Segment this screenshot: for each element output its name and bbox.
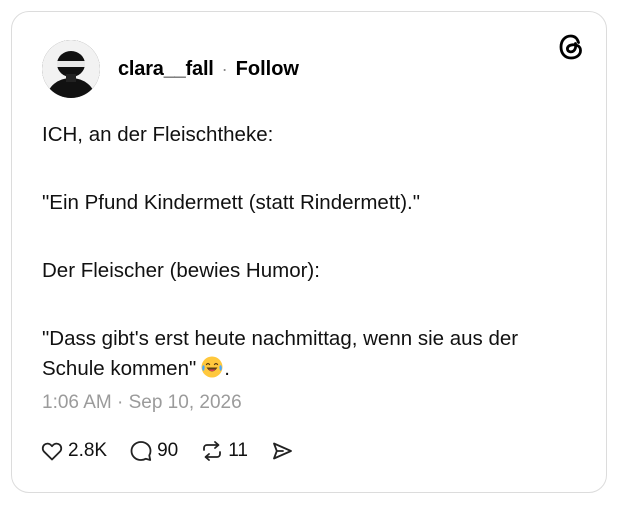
separator-dot: · <box>221 58 228 79</box>
like-button[interactable]: 2.8K <box>40 439 107 463</box>
post-line-4-text: "Dass gibt's erst heute nachmittag, wenn… <box>42 327 519 380</box>
post-line-1: ICH, an der Fleischtheke: <box>42 123 274 146</box>
post-card: clara__fall · Follow ICH, an der Fleisch… <box>11 11 607 493</box>
post-line-3: Der Fleischer (bewies Humor): <box>42 259 320 282</box>
repost-icon <box>203 441 222 461</box>
laughing-tears-emoji-icon <box>200 355 224 379</box>
like-count: 2.8K <box>68 440 108 461</box>
repost-button[interactable]: 11 <box>200 439 248 463</box>
username[interactable]: clara__fall <box>118 58 214 81</box>
follow-button[interactable]: Follow <box>236 58 299 81</box>
heart-icon <box>41 442 63 461</box>
action-bar: 2.8K 90 11 <box>40 439 316 463</box>
reply-button[interactable]: 90 <box>129 439 178 463</box>
speech-bubble-icon <box>130 441 152 461</box>
post-header: clara__fall · Follow <box>42 40 299 98</box>
send-icon <box>273 442 292 460</box>
avatar[interactable] <box>42 40 100 98</box>
post-body: ICH, an der Fleischtheke: "Ein Pfund Kin… <box>42 120 582 384</box>
share-button[interactable] <box>270 439 294 463</box>
post-line-4-suffix: . <box>224 357 230 380</box>
avatar-image <box>42 40 100 98</box>
threads-logo-icon[interactable] <box>556 32 586 62</box>
post-line-4: "Dass gibt's erst heute nachmittag, wenn… <box>42 324 582 384</box>
repost-count: 11 <box>228 440 248 461</box>
post-timestamp[interactable]: 1:06 AM · Sep 10, 2026 <box>42 392 242 414</box>
reply-count: 90 <box>157 440 179 461</box>
post-line-2: "Ein Pfund Kindermett (statt Rindermett)… <box>42 191 421 214</box>
